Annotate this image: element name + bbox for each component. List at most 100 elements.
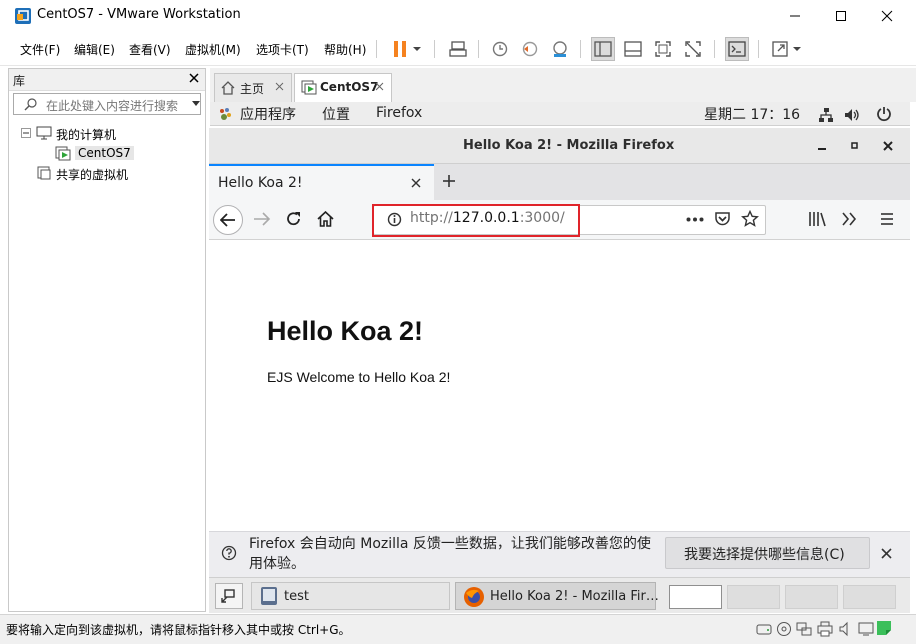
- overflow-chevron-icon[interactable]: [841, 212, 857, 226]
- page-heading: Hello Koa 2!: [267, 316, 424, 346]
- stretch-guest-icon[interactable]: [768, 37, 792, 61]
- window-title: CentOS7 - VMware Workstation: [37, 7, 241, 22]
- gnome-app-menu[interactable]: Firefox: [376, 105, 422, 121]
- menu-file[interactable]: 文件(F): [20, 41, 60, 58]
- tree-shared-vms[interactable]: 共享的虚拟机: [56, 166, 128, 183]
- gnome-top-bar: 应用程序 位置 Firefox 星期二 17：16: [210, 102, 910, 126]
- gnome-foot-icon: [218, 107, 232, 121]
- library-close-icon[interactable]: [189, 73, 199, 83]
- menu-edit[interactable]: 编辑(E): [74, 41, 115, 58]
- terminal-app-icon: [260, 586, 278, 606]
- unity-icon[interactable]: [681, 37, 705, 61]
- search-icon: [24, 98, 37, 111]
- workspace-1[interactable]: [669, 585, 722, 609]
- firefox-titlebar: Hello Koa 2! - Mozilla Firefox: [209, 128, 910, 164]
- revert-snapshot-icon[interactable]: [518, 37, 542, 61]
- search-dropdown-icon[interactable]: [192, 101, 200, 107]
- guest-taskbar: test Hello Koa 2! - Mozilla Fir…: [209, 577, 910, 613]
- ff-maximize-icon[interactable]: [850, 141, 860, 151]
- console-view-icon[interactable]: [725, 37, 749, 61]
- notification-close-icon[interactable]: [881, 548, 892, 559]
- network-adapter-icon[interactable]: [796, 621, 812, 637]
- url-protocol: http://: [410, 210, 453, 226]
- vm-running-icon: [55, 146, 71, 161]
- workspace-2[interactable]: [727, 585, 780, 609]
- page-paragraph: EJS Welcome to Hello Koa 2!: [267, 369, 451, 385]
- close-button[interactable]: [864, 0, 910, 32]
- tab-centos7-label: CentOS7: [320, 80, 379, 94]
- cd-dvd-icon[interactable]: [776, 621, 792, 637]
- back-button[interactable]: [213, 205, 243, 235]
- ff-minimize-icon[interactable]: [817, 141, 827, 151]
- maximize-button[interactable]: [818, 0, 864, 32]
- tab-home[interactable]: 主页: [214, 73, 292, 102]
- computer-icon: [36, 126, 52, 140]
- library-icon[interactable]: [808, 211, 826, 227]
- firefox-tab-active[interactable]: Hello Koa 2!: [209, 164, 434, 202]
- new-tab-icon[interactable]: [442, 174, 456, 188]
- volume-icon[interactable]: [844, 107, 860, 123]
- display-icon[interactable]: [858, 621, 874, 637]
- menu-vm[interactable]: 虚拟机(M): [185, 41, 241, 58]
- gnome-clock[interactable]: 星期二 17：16: [704, 104, 800, 124]
- url-port: :3000/: [519, 210, 565, 226]
- hard-disk-icon[interactable]: [756, 621, 772, 637]
- shared-vm-icon: [37, 166, 53, 181]
- network-icon[interactable]: [818, 107, 834, 123]
- snapshot-manager-icon[interactable]: [548, 37, 572, 61]
- show-desktop-button[interactable]: [215, 583, 243, 609]
- page-actions-icon[interactable]: [686, 217, 704, 222]
- thumbnail-bar-icon[interactable]: [621, 37, 645, 61]
- library-header: 库: [9, 69, 205, 91]
- library-search-input[interactable]: 在此处键入内容进行搜索: [13, 93, 201, 115]
- taskbar-item-test[interactable]: test: [251, 582, 450, 610]
- workspace-3[interactable]: [785, 585, 838, 609]
- show-library-icon[interactable]: [591, 37, 615, 61]
- pause-dropdown-icon[interactable]: [410, 37, 424, 61]
- stretch-dropdown-icon[interactable]: [790, 37, 804, 61]
- snapshot-icon[interactable]: [488, 37, 512, 61]
- gnome-applications-menu[interactable]: 应用程序: [240, 104, 296, 124]
- bookmark-star-icon[interactable]: [741, 210, 759, 228]
- message-log-icon[interactable]: [876, 620, 892, 636]
- menu-view[interactable]: 查看(V): [129, 41, 171, 58]
- send-ctrl-alt-del-icon[interactable]: [446, 37, 470, 61]
- menu-tabs[interactable]: 选项卡(T): [256, 41, 309, 58]
- home-page-icon[interactable]: [317, 211, 334, 227]
- minimize-button[interactable]: [772, 0, 818, 32]
- full-screen-icon[interactable]: [651, 37, 675, 61]
- menu-help[interactable]: 帮助(H): [324, 41, 366, 58]
- tree-vm-centos7[interactable]: CentOS7: [75, 146, 134, 160]
- workspace-4[interactable]: [843, 585, 896, 609]
- tab-centos7[interactable]: CentOS7: [294, 73, 392, 102]
- taskbar-item-firefox[interactable]: Hello Koa 2! - Mozilla Fir…: [455, 582, 659, 610]
- home-icon: [221, 81, 235, 95]
- vmware-app-icon: [14, 7, 32, 25]
- firefox-tab-strip: Hello Koa 2!: [209, 164, 910, 202]
- tree-my-computer[interactable]: 我的计算机: [56, 126, 116, 143]
- ff-close-icon[interactable]: [883, 141, 893, 151]
- reload-icon[interactable]: [286, 211, 302, 227]
- choose-data-button[interactable]: 我要选择提供哪些信息(C): [665, 537, 870, 569]
- tree-collapse-icon[interactable]: [21, 128, 31, 138]
- tab-centos7-close-icon[interactable]: [375, 82, 384, 91]
- gnome-places-menu[interactable]: 位置: [322, 104, 350, 124]
- sound-card-icon[interactable]: [838, 621, 854, 637]
- printer-icon[interactable]: [817, 621, 833, 637]
- firefox-nav-bar: http://127.0.0.1:3000/: [209, 200, 910, 240]
- forward-arrow-icon[interactable]: [253, 212, 271, 226]
- search-placeholder: 在此处键入内容进行搜索: [46, 99, 179, 113]
- power-icon[interactable]: [876, 106, 892, 122]
- vm-tab-icon: [301, 80, 317, 95]
- pause-icon[interactable]: [388, 37, 412, 61]
- firefox-tab-title: Hello Koa 2!: [218, 175, 303, 191]
- pocket-icon[interactable]: [714, 211, 731, 227]
- choose-data-button-label: 我要选择提供哪些信息(C): [684, 547, 845, 563]
- library-panel: 库 在此处键入内容进行搜索 我的计算机 CentOS7 共享的虚拟机: [8, 68, 206, 612]
- url-text[interactable]: http://127.0.0.1:3000/: [410, 210, 565, 226]
- tab-home-close-icon[interactable]: [275, 82, 284, 91]
- hamburger-menu-icon[interactable]: [880, 212, 894, 226]
- site-info-icon[interactable]: [387, 212, 402, 227]
- firefox-tab-close-icon[interactable]: [411, 178, 421, 188]
- firefox-app-icon: [463, 586, 485, 608]
